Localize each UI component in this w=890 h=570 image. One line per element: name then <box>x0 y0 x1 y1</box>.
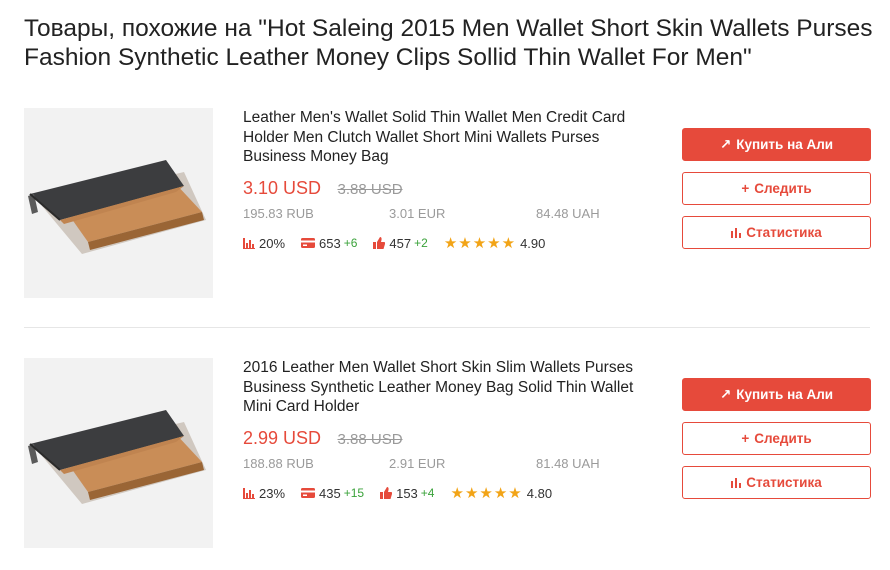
price-uah: 81.48 UAH <box>536 456 600 471</box>
follow-button[interactable]: + Следить <box>682 422 871 455</box>
star-icon: ★ <box>472 235 487 252</box>
buy-on-ali-button[interactable]: ↗ Купить на Али <box>682 128 871 161</box>
bar-chart-icon <box>243 237 255 249</box>
likes-delta: +4 <box>420 486 435 500</box>
wallet-image <box>24 108 213 298</box>
statistics-button[interactable]: Статистика <box>682 216 871 249</box>
product-card: 2016 Leather Men Wallet Short Skin Slim … <box>24 358 871 548</box>
buy-button-label: Купить на Али <box>736 387 834 402</box>
card-icon <box>301 238 316 248</box>
follow-button[interactable]: + Следить <box>682 172 871 205</box>
statistics-button[interactable]: Статистика <box>682 466 871 499</box>
statistics-button-label: Статистика <box>746 225 822 240</box>
product-stats: 20% 653 +6 457 +2 ★ ★ ★ ★ ★ 4.90 <box>243 234 545 252</box>
price: 2.99 USD <box>243 428 322 448</box>
arrow-up-right-icon: ↗ <box>719 386 732 402</box>
bar-chart-icon <box>731 477 742 488</box>
rating-stars: ★ ★ ★ ★ ★ 4.80 <box>450 484 552 502</box>
likes-count: 153 <box>396 485 418 501</box>
price-rub: 195.83 RUB <box>243 206 314 221</box>
card-icon <box>301 488 316 498</box>
product-stats: 23% 435 +15 153 +4 ★ ★ ★ ★ ★ 4.80 <box>243 484 552 502</box>
statistics-button-label: Статистика <box>746 475 822 490</box>
thumbs-up-icon <box>373 237 386 249</box>
price: 3.10 USD <box>243 178 322 198</box>
product-title[interactable]: 2016 Leather Men Wallet Short Skin Slim … <box>243 358 643 418</box>
rating-value: 4.80 <box>526 485 553 501</box>
star-icon: ★ <box>458 235 472 252</box>
price-eur: 3.01 EUR <box>389 206 446 221</box>
buy-button-label: Купить на Али <box>736 137 834 152</box>
star-icon: ★ <box>450 485 464 502</box>
discount: 23% <box>259 485 286 501</box>
product-image[interactable] <box>24 358 213 548</box>
price-rub: 188.88 RUB <box>243 456 314 471</box>
price-eur: 2.91 EUR <box>389 456 446 471</box>
old-price: 3.88 USD <box>337 181 403 198</box>
bar-chart-icon <box>243 487 255 499</box>
plus-icon: + <box>741 431 750 446</box>
price-uah: 84.48 UAH <box>536 206 600 221</box>
star-icon: ★ <box>493 485 508 502</box>
star-icon: ★ <box>508 485 522 502</box>
star-icon: ★ <box>487 235 501 252</box>
follow-button-label: Следить <box>754 181 812 196</box>
star-icon: ★ <box>501 235 516 252</box>
likes-count: 457 <box>389 235 412 251</box>
likes-delta: +2 <box>414 236 428 250</box>
rating-value: 4.90 <box>520 235 546 251</box>
product-card: Leather Men's Wallet Solid Thin Wallet M… <box>24 108 871 298</box>
plus-icon: + <box>741 181 750 196</box>
star-icon: ★ <box>464 485 479 502</box>
wallet-image <box>24 358 213 548</box>
orders-count: 653 <box>319 235 341 251</box>
page-title: Товары, похожие на "Hot Saleing 2015 Men… <box>24 15 873 71</box>
follow-button-label: Следить <box>754 431 812 446</box>
product-image[interactable] <box>24 108 213 298</box>
orders-delta: +15 <box>343 486 365 500</box>
rating-stars: ★ ★ ★ ★ ★ 4.90 <box>444 234 546 252</box>
buy-on-ali-button[interactable]: ↗ Купить на Али <box>682 378 871 411</box>
orders-delta: +6 <box>343 236 358 250</box>
star-icon: ★ <box>443 235 458 252</box>
star-icon: ★ <box>479 485 493 502</box>
arrow-up-right-icon: ↗ <box>719 136 732 152</box>
thumbs-up-icon <box>380 487 393 499</box>
orders-count: 435 <box>319 485 341 501</box>
divider <box>24 327 870 328</box>
old-price: 3.88 USD <box>337 431 403 448</box>
discount: 20% <box>259 235 286 251</box>
product-title[interactable]: Leather Men's Wallet Solid Thin Wallet M… <box>243 108 643 168</box>
bar-chart-icon <box>731 227 742 238</box>
